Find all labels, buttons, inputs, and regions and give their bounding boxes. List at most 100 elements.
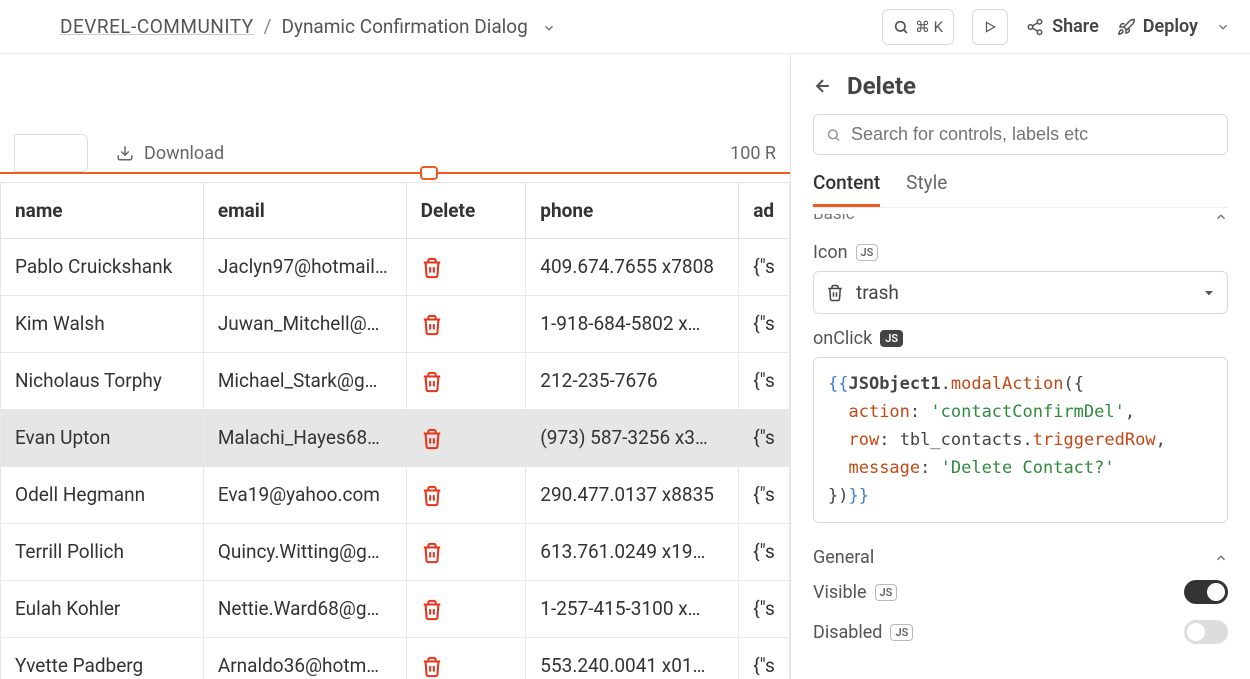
trash-icon: [826, 284, 844, 302]
table-row[interactable]: Evan UptonMalachi_Hayes68…(973) 587-3256…: [1, 409, 790, 466]
back-button[interactable]: [813, 76, 833, 97]
resize-handle[interactable]: [420, 166, 438, 180]
delete-row-button[interactable]: [406, 466, 526, 523]
breadcrumb: DEVREL-COMMUNITY / Dynamic Confirmation …: [60, 15, 556, 38]
table-header-row: name email Delete phone ad: [1, 183, 790, 239]
play-icon: [983, 20, 997, 34]
js-toggle-visible[interactable]: JS: [875, 584, 898, 601]
deploy-label: Deploy: [1143, 16, 1198, 37]
deploy-button[interactable]: Deploy: [1117, 16, 1230, 37]
caret-down-icon: [1203, 287, 1215, 299]
table-row[interactable]: Kim WalshJuwan_Mitchell@…1-918-684-5802 …: [1, 295, 790, 352]
resize-divider[interactable]: [0, 172, 790, 174]
search-icon: [826, 127, 841, 143]
arrow-left-icon: [813, 76, 833, 96]
table-row[interactable]: Odell HegmannEva19@yahoo.com 290.477.0137…: [1, 466, 790, 523]
icon-select[interactable]: trash: [813, 271, 1228, 314]
disabled-toggle[interactable]: [1184, 620, 1228, 644]
cell-email: Arnaldo36@hotm…: [203, 637, 406, 679]
icon-field-label: Icon: [813, 242, 848, 263]
trash-icon: [421, 426, 443, 449]
tab-style[interactable]: Style: [906, 171, 947, 207]
property-panel: Delete Content Style Basic Icon JS trash: [790, 54, 1250, 679]
delete-row-button[interactable]: [406, 409, 526, 466]
col-header-email[interactable]: email: [203, 183, 406, 239]
delete-row-button[interactable]: [406, 637, 526, 679]
icon-select-value: trash: [856, 281, 899, 304]
trash-icon: [421, 654, 443, 677]
table-row[interactable]: Terrill PollichQuincy.Witting@g… 613.761.…: [1, 523, 790, 580]
delete-row-button[interactable]: [406, 295, 526, 352]
trash-icon: [421, 597, 443, 620]
command-shortcut-label: ⌘ K: [915, 18, 943, 36]
preview-button[interactable]: [972, 9, 1008, 45]
visible-toggle[interactable]: [1184, 580, 1228, 604]
cell-name: Yvette Padberg: [1, 637, 204, 679]
cell-addr: {"s: [739, 409, 790, 466]
record-count: 100 R: [730, 143, 776, 164]
cell-name: Pablo Cruickshank: [1, 239, 204, 296]
cell-email: Quincy.Witting@g…: [203, 523, 406, 580]
controls-search-input[interactable]: [851, 124, 1215, 145]
chevron-up-icon: [1214, 547, 1228, 568]
delete-row-button[interactable]: [406, 580, 526, 637]
table-row[interactable]: Eulah KohlerNettie.Ward68@g… 1-257-415-31…: [1, 580, 790, 637]
cell-email: Juwan_Mitchell@…: [203, 295, 406, 352]
table-row[interactable]: Yvette PadbergArnaldo36@hotm… 553.240.004…: [1, 637, 790, 679]
js-toggle-disabled[interactable]: JS: [890, 624, 913, 641]
download-button[interactable]: Download: [116, 143, 224, 164]
share-label: Share: [1052, 16, 1099, 37]
cell-name: Eulah Kohler: [1, 580, 204, 637]
col-header-delete[interactable]: Delete: [406, 183, 526, 239]
cell-name: Kim Walsh: [1, 295, 204, 352]
chevron-up-icon: [1214, 214, 1228, 226]
cell-phone: 553.240.0041 x01…: [526, 637, 739, 679]
rocket-icon: [1117, 18, 1135, 36]
table-search-box[interactable]: [14, 134, 88, 172]
chevron-down-icon[interactable]: [542, 17, 556, 36]
cell-phone: 613.761.0249 x19…: [526, 523, 739, 580]
cell-email: Nettie.Ward68@g…: [203, 580, 406, 637]
section-general[interactable]: General: [813, 543, 1228, 572]
panel-title: Delete: [847, 72, 916, 100]
controls-search[interactable]: [813, 114, 1228, 155]
trash-icon: [421, 540, 443, 563]
col-header-addr[interactable]: ad: [739, 183, 790, 239]
cell-email: Eva19@yahoo.com: [203, 466, 406, 523]
onclick-code-editor[interactable]: {{JSObject1.modalAction({ action: 'conta…: [813, 357, 1228, 523]
download-icon: [116, 144, 134, 162]
cell-phone: (973) 587-3256 x3…: [526, 409, 739, 466]
col-header-name[interactable]: name: [1, 183, 204, 239]
js-toggle-icon[interactable]: JS: [856, 244, 879, 261]
workspace-link[interactable]: DEVREL-COMMUNITY: [60, 15, 254, 38]
js-toggle-onclick[interactable]: JS: [880, 330, 903, 347]
col-header-phone[interactable]: phone: [526, 183, 739, 239]
trash-icon: [421, 255, 443, 278]
delete-row-button[interactable]: [406, 239, 526, 296]
chevron-down-icon[interactable]: [1216, 19, 1230, 35]
tab-content[interactable]: Content: [813, 171, 880, 207]
command-palette-button[interactable]: ⌘ K: [882, 9, 954, 45]
onclick-field-label: onClick: [813, 328, 872, 349]
delete-row-button[interactable]: [406, 352, 526, 409]
table-row[interactable]: Nicholaus TorphyMichael_Stark@g… 212-235-…: [1, 352, 790, 409]
trash-icon: [421, 369, 443, 392]
cell-phone: 290.477.0137 x8835: [526, 466, 739, 523]
trash-icon: [421, 483, 443, 506]
download-label: Download: [144, 143, 224, 164]
cell-addr: {"s: [739, 295, 790, 352]
share-button[interactable]: Share: [1026, 16, 1099, 37]
cell-name: Odell Hegmann: [1, 466, 204, 523]
cell-phone: 212-235-7676: [526, 352, 739, 409]
table-row[interactable]: Pablo CruickshankJaclyn97@hotmail…409.67…: [1, 239, 790, 296]
cell-email: Michael_Stark@g…: [203, 352, 406, 409]
cell-phone: 1-257-415-3100 x…: [526, 580, 739, 637]
page-title[interactable]: Dynamic Confirmation Dialog: [281, 15, 527, 38]
cell-addr: {"s: [739, 239, 790, 296]
breadcrumb-separator: /: [264, 15, 272, 38]
cell-addr: {"s: [739, 466, 790, 523]
delete-row-button[interactable]: [406, 523, 526, 580]
cell-name: Nicholaus Torphy: [1, 352, 204, 409]
cell-name: Terrill Pollich: [1, 523, 204, 580]
section-basic[interactable]: Basic: [813, 214, 1228, 228]
